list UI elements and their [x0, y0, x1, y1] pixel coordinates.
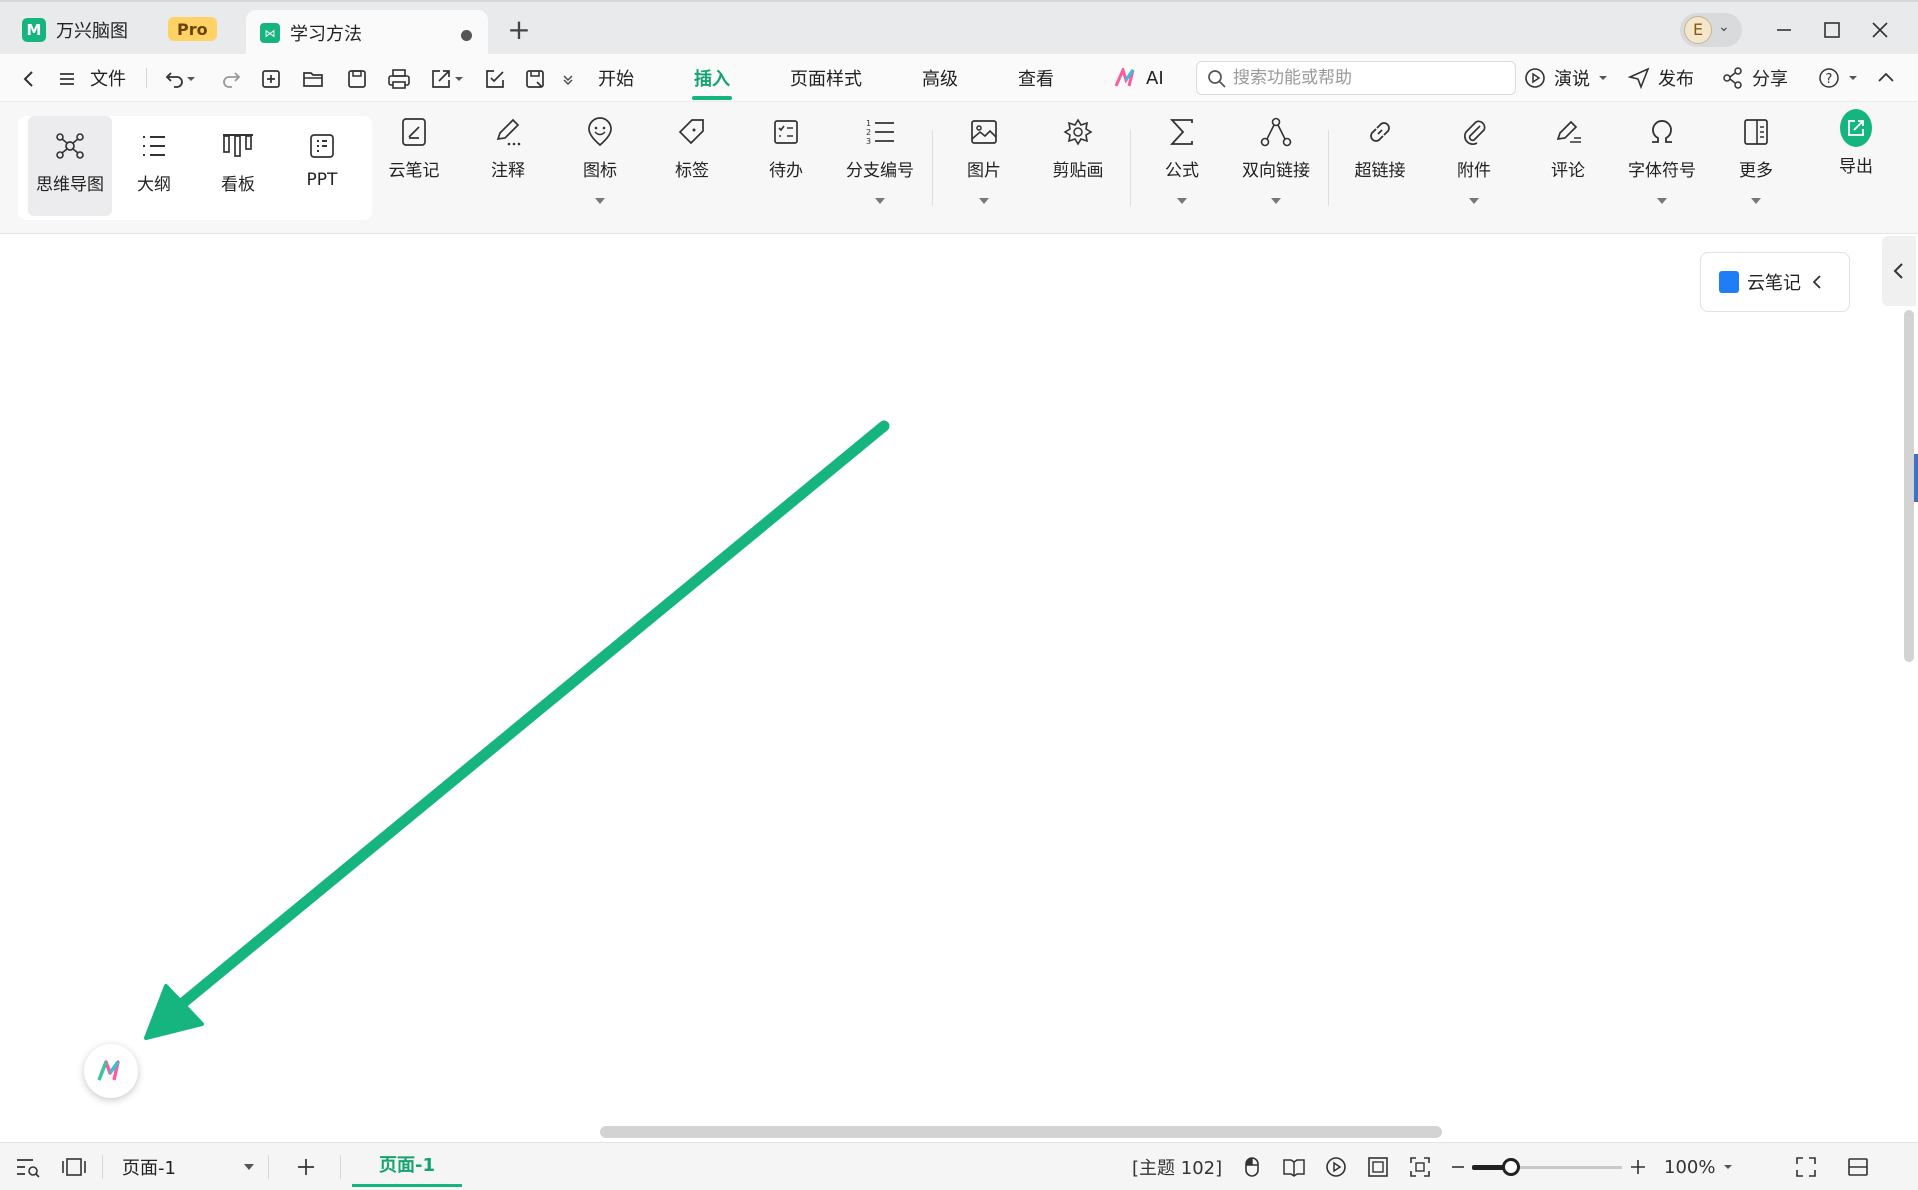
page-select[interactable]: 页面-1 — [110, 1151, 260, 1183]
slideshow-icon[interactable] — [1322, 1154, 1350, 1180]
chevron-down-icon — [244, 1164, 254, 1170]
annotation-arrow — [144, 420, 890, 1040]
add-page-button[interactable] — [292, 1154, 320, 1180]
divider — [340, 1155, 341, 1179]
chevron-left-icon — [1812, 275, 1821, 289]
chevron-left-icon — [1893, 263, 1903, 279]
collapse-panel-icon[interactable] — [1844, 1154, 1872, 1180]
cloud-note-icon — [1719, 271, 1739, 293]
ai-assistant-button[interactable] — [84, 1044, 138, 1098]
cloud-note-panel-toggle[interactable]: 云笔记 — [1700, 252, 1850, 312]
divider — [268, 1155, 269, 1179]
book-view-icon[interactable] — [1280, 1154, 1308, 1180]
topic-list-icon[interactable] — [14, 1154, 42, 1180]
page-panel-icon[interactable] — [60, 1154, 88, 1180]
zoom-slider-handle[interactable] — [1502, 1158, 1520, 1176]
zoom-out-button[interactable] — [1444, 1154, 1472, 1180]
ai-logo-icon — [97, 1060, 120, 1081]
horizontal-scrollbar[interactable] — [600, 1126, 1442, 1138]
zoom-level-value: 100% — [1664, 1156, 1716, 1178]
topic-count: [主题 102] — [1132, 1158, 1223, 1179]
vertical-scrollbar[interactable] — [1904, 310, 1914, 662]
divider — [102, 1155, 103, 1179]
cloud-note-panel-label: 云笔记 — [1747, 273, 1801, 294]
fit-page-icon[interactable] — [1364, 1154, 1392, 1180]
fit-selection-icon[interactable] — [1406, 1154, 1434, 1180]
chevron-down-icon — [1724, 1165, 1733, 1169]
status-bar: 页面-1 页面-1 [主题 102] 100% — [0, 1142, 1918, 1190]
side-panel-toggle[interactable] — [1882, 236, 1916, 306]
page-tab-1[interactable]: 页面-1 — [352, 1143, 462, 1187]
page-select-value: 页面-1 — [122, 1158, 176, 1179]
scroll-position-marker — [1914, 454, 1918, 502]
zoom-level[interactable]: 100% — [1664, 1143, 1733, 1190]
fullscreen-icon[interactable] — [1792, 1154, 1820, 1180]
zoom-in-button[interactable] — [1624, 1154, 1652, 1180]
mouse-mode-icon[interactable] — [1238, 1154, 1266, 1180]
